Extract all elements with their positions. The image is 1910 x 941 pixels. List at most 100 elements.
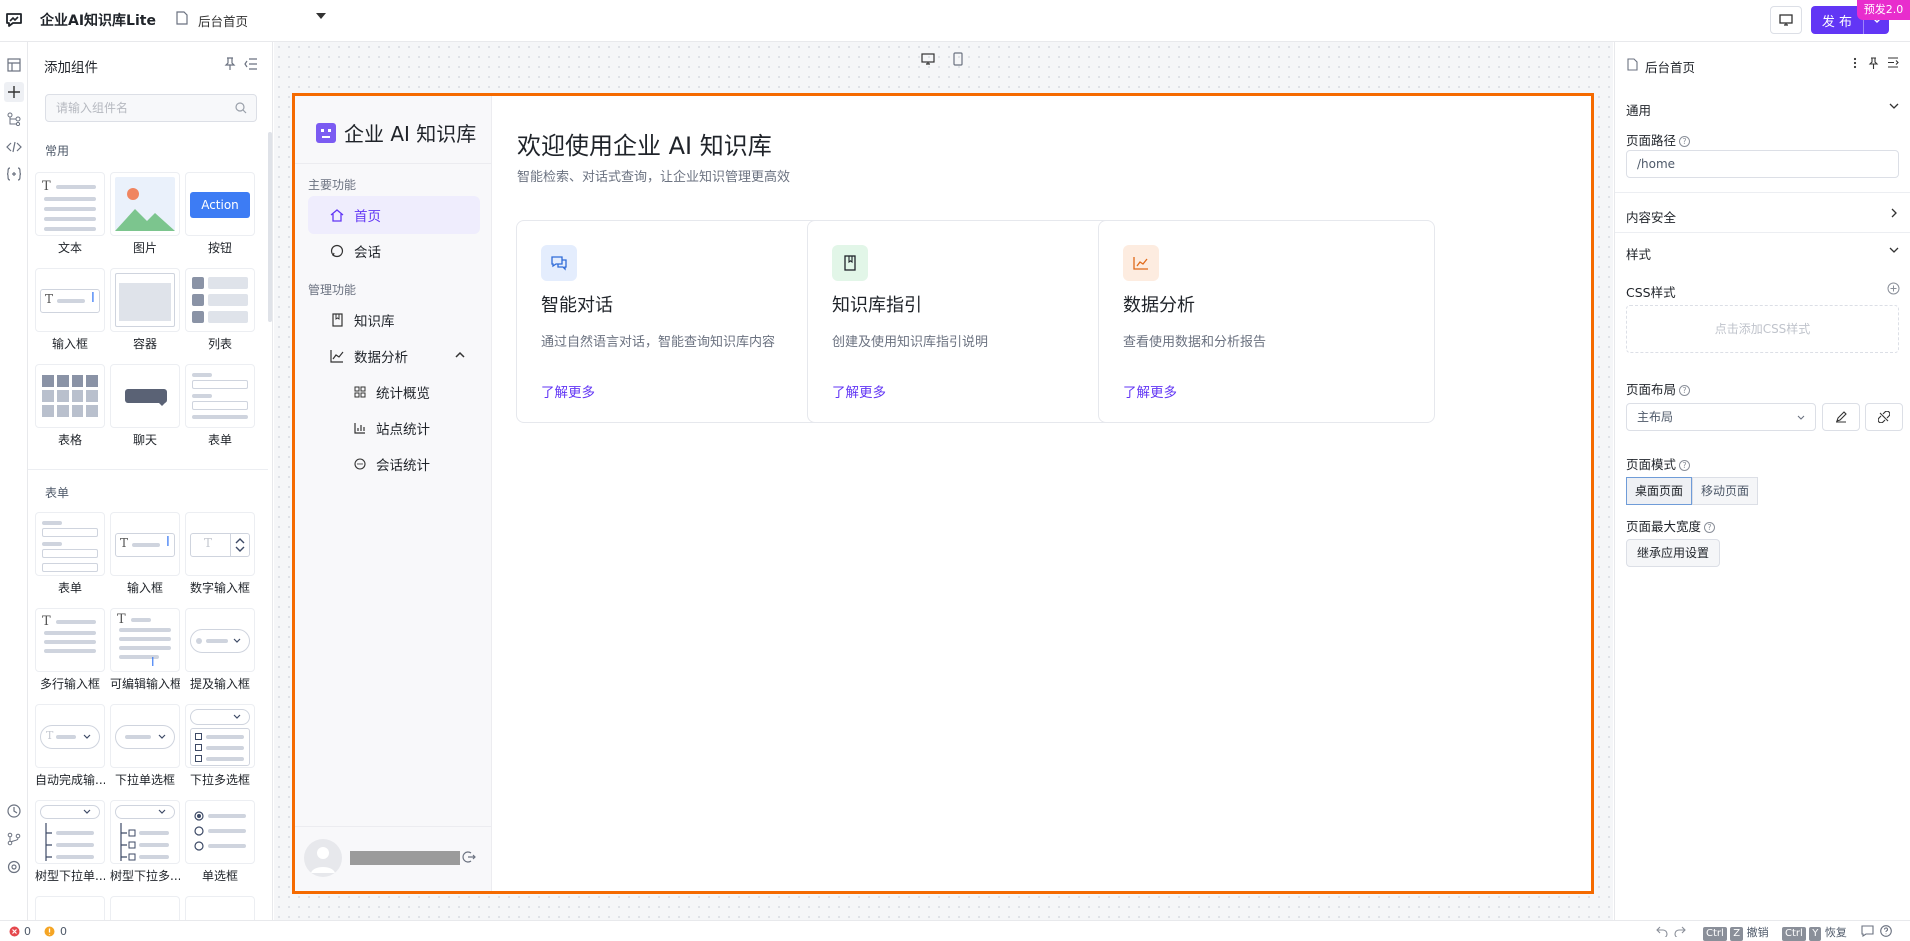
section-style[interactable]: 样式 [1626, 244, 1651, 263]
settings-icon[interactable] [5, 858, 23, 876]
component-input[interactable]: T I 输入框 [35, 268, 105, 352]
code-icon[interactable] [5, 138, 23, 156]
app-logo-icon[interactable] [4, 10, 24, 30]
page-path-field[interactable] [1626, 150, 1899, 178]
add-component-icon[interactable] [4, 82, 24, 102]
page-dropdown-icon[interactable] [316, 12, 326, 20]
chevron-down-icon[interactable] [1889, 103, 1899, 109]
brand-name: 企业 AI 知识库 [344, 122, 477, 146]
max-width-label: 页面最大宽度? [1626, 516, 1716, 535]
logout-icon[interactable] [462, 850, 476, 864]
redo-icon[interactable] [1674, 926, 1686, 937]
nav-item-chat-stats[interactable]: 会话统计 [308, 445, 480, 483]
page-layout-select[interactable]: 主布局 [1626, 403, 1816, 431]
chevron-down-icon[interactable] [1889, 247, 1899, 253]
section-general[interactable]: 通用 [1626, 100, 1651, 119]
history-icon[interactable] [5, 802, 23, 820]
nav-item-analytics[interactable]: 数据分析 [308, 337, 480, 375]
mobile-view-icon[interactable] [948, 50, 968, 68]
component-tree-icon[interactable] [5, 110, 23, 128]
section-content-security[interactable]: 内容安全 [1626, 207, 1676, 226]
preview-device-button[interactable] [1770, 6, 1802, 34]
component-partial[interactable] [35, 896, 105, 920]
comments-icon[interactable] [1861, 925, 1874, 937]
user-info [295, 826, 492, 891]
mode-mobile-button[interactable]: 移动页面 [1692, 477, 1759, 505]
component-chat[interactable]: 聊天 [110, 364, 180, 448]
app-title: 企业AI知识库Lite [40, 13, 156, 29]
edit-layout-button[interactable] [1822, 403, 1860, 431]
chevron-right-icon[interactable] [1891, 208, 1897, 218]
component-partial[interactable] [110, 896, 180, 920]
components-scrollbar[interactable] [268, 132, 272, 322]
message-icon [354, 458, 366, 470]
redo-shortcut: Ctrl Y 恢复 [1782, 924, 1847, 941]
pin-icon[interactable] [1868, 57, 1879, 69]
add-css-icon[interactable] [1887, 282, 1900, 295]
component-button[interactable]: Action 按钮 [185, 172, 255, 256]
collapse-panel-icon[interactable] [1887, 57, 1899, 68]
current-page-name[interactable]: 后台首页 [198, 11, 248, 30]
nav-item-home[interactable]: 首页 [308, 196, 480, 234]
page-path-input[interactable] [1627, 151, 1898, 177]
learn-more-link[interactable]: 了解更多 [1123, 381, 1177, 401]
app-main: 欢迎使用企业 AI 知识库 智能检索、对话式查询，让企业知识管理更高效 智能对话… [493, 96, 1591, 891]
collapse-panel-icon[interactable] [244, 58, 258, 70]
component-search[interactable] [45, 94, 257, 122]
feature-card-chat[interactable]: 智能对话 通过自然语言对话，智能查询知识库内容 了解更多 [516, 220, 853, 423]
design-canvas[interactable]: 企业 AI 知识库 主要功能 首页 会话 管理功能 知识库 数据分析 统计概览 … [274, 42, 1894, 920]
nav-item-knowledge-base[interactable]: 知识库 [308, 301, 480, 339]
unlink-layout-button[interactable] [1865, 403, 1903, 431]
component-tree-select[interactable]: 树型下拉单... [35, 800, 105, 884]
component-text[interactable]: T 文本 [35, 172, 105, 256]
error-count: 0 [24, 925, 31, 938]
desktop-view-icon[interactable] [918, 50, 938, 68]
component-mention-input[interactable]: 提及输入框 [185, 608, 255, 692]
feature-card-analytics[interactable]: 数据分析 查看使用数据和分析报告 了解更多 [1098, 220, 1435, 423]
learn-more-link[interactable]: 了解更多 [541, 381, 595, 401]
pin-icon[interactable] [224, 57, 236, 70]
add-css-area[interactable]: 点击添加CSS样式 [1626, 305, 1899, 353]
nav-item-site-stats[interactable]: 站点统计 [308, 409, 480, 447]
help-circle-icon[interactable] [1880, 925, 1892, 937]
page-frame-selected[interactable]: 企业 AI 知识库 主要功能 首页 会话 管理功能 知识库 数据分析 统计概览 … [292, 93, 1594, 894]
variables-icon[interactable] [5, 165, 23, 183]
component-editable-input[interactable]: T I 可编辑输入框 [110, 608, 180, 692]
component-autocomplete[interactable]: T 自动完成输... [35, 704, 105, 788]
error-icon[interactable] [9, 926, 20, 937]
component-form-2[interactable]: 表单 [35, 512, 105, 596]
avatar[interactable] [304, 839, 342, 877]
chevron-up-icon [455, 351, 465, 358]
component-container[interactable]: 容器 [110, 268, 180, 352]
more-options-icon[interactable] [1853, 57, 1857, 69]
component-image[interactable]: 图片 [110, 172, 180, 256]
component-name: 文本 [57, 241, 82, 255]
component-select[interactable]: 下拉单选框 [110, 704, 180, 788]
component-tree-multi-select[interactable]: 树型下拉多... [110, 800, 180, 884]
nav-item-chat[interactable]: 会话 [308, 232, 480, 270]
welcome-subtitle: 智能检索、对话式查询，让企业知识管理更高效 [517, 170, 791, 185]
component-input-2[interactable]: T I 输入框 [110, 512, 180, 596]
pages-icon[interactable] [5, 56, 23, 74]
learn-more-link[interactable]: 了解更多 [832, 381, 886, 401]
component-multi-select[interactable]: 下拉多选框 [185, 704, 255, 788]
feature-card-guide[interactable]: 知识库指引 创建及使用知识库指引说明 了解更多 [807, 220, 1144, 423]
component-list[interactable]: 列表 [185, 268, 255, 352]
component-radio[interactable]: 单选框 [185, 800, 255, 884]
mode-desktop-button[interactable]: 桌面页面 [1626, 477, 1693, 505]
component-name: 表单 [207, 433, 232, 447]
component-name: 列表 [207, 337, 232, 351]
component-textarea[interactable]: T 多行输入框 [35, 608, 105, 692]
component-table[interactable]: 表格 [35, 364, 105, 448]
component-search-input[interactable] [46, 95, 216, 121]
help-icon: ? [1704, 522, 1716, 533]
branch-icon[interactable] [5, 830, 23, 848]
section-label-common: 常用 [45, 144, 70, 158]
nav-item-overview[interactable]: 统计概览 [308, 373, 480, 411]
warning-icon[interactable] [44, 926, 55, 937]
inherit-app-settings-button[interactable]: 继承应用设置 [1626, 539, 1721, 567]
component-form[interactable]: 表单 [185, 364, 255, 448]
component-number-input[interactable]: T 数字输入框 [185, 512, 255, 596]
undo-icon[interactable] [1656, 926, 1668, 937]
component-partial[interactable] [185, 896, 255, 920]
